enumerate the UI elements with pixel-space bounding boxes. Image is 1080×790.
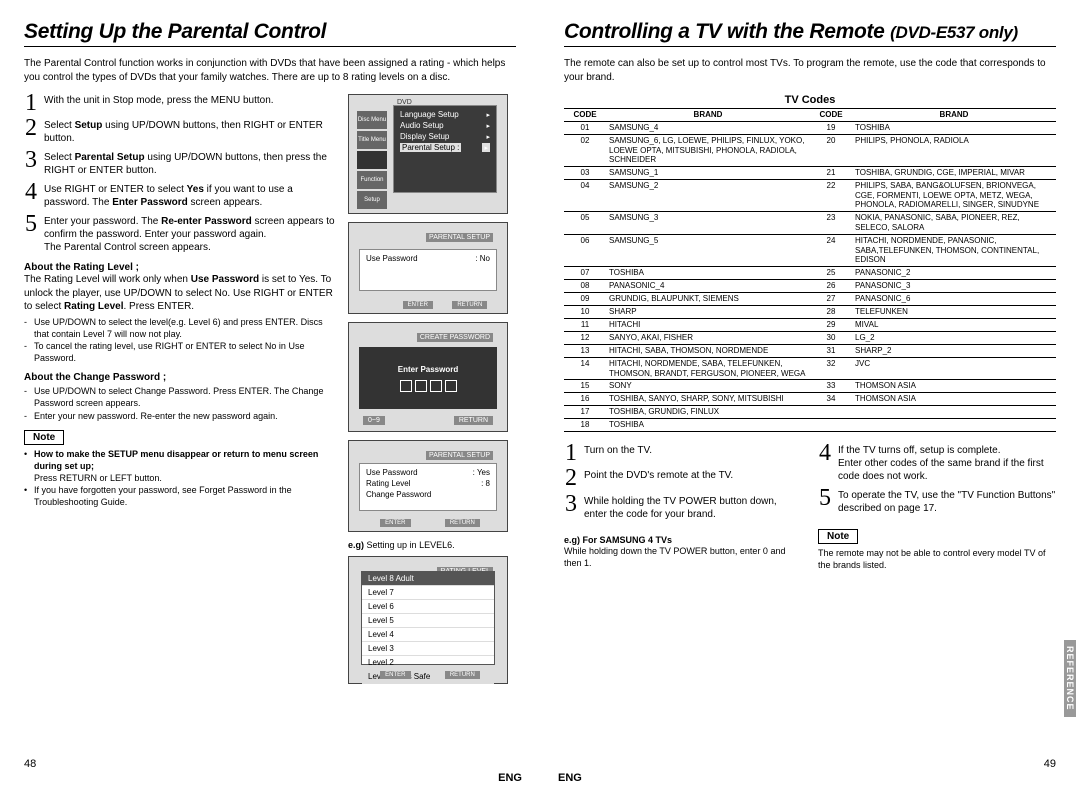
left-page: Setting Up the Parental Control The Pare… — [0, 0, 540, 790]
right-steps-left: 1Turn on the TV. 2Point the DVD's remote… — [564, 444, 802, 571]
step-5: Enter your password. The Re-enter Passwo… — [44, 215, 336, 254]
note-body-right: The remote may not be able to control ev… — [818, 547, 1056, 571]
screenshot-parental-setup-no: PARENTAL SETUP Use Password: No ENTERRET… — [348, 222, 508, 314]
left-screenshot-column: Disc Menu Title Menu Function Setup Lang… — [348, 94, 508, 692]
pagenum-49: 49 — [1044, 758, 1056, 770]
about-pw-bullets: -Use UP/DOWN to select Change Password. … — [24, 385, 336, 421]
pagenum-48: 48 — [24, 758, 36, 770]
left-intro: The Parental Control function works in c… — [24, 57, 516, 84]
step-4: Use RIGHT or ENTER to select Yes if you … — [44, 183, 336, 209]
screenshot-setup-menu: Disc Menu Title Menu Function Setup Lang… — [348, 94, 508, 214]
screenshot-rating-level: RATING LEVEL Level 8 Adult Level 7 Level… — [348, 556, 508, 684]
reference-tab: REFERENCE — [1064, 640, 1076, 717]
about-pw-h: About the Change Password ; — [24, 372, 336, 383]
eg-level6: e.g) Setting up in LEVEL6. — [348, 540, 508, 550]
right-page: Controlling a TV with the Remote (DVD-E5… — [540, 0, 1080, 790]
right-steps-right: 4If the TV turns off, setup is complete.… — [818, 444, 1056, 571]
step-3: Select Parental Setup using UP/DOWN butt… — [44, 151, 336, 177]
tv-codes-table: CODEBRAND CODEBRAND 01SAMSUNG_419TOSHIBA… — [564, 108, 1056, 432]
right-intro: The remote can also be set up to control… — [564, 57, 1056, 84]
note-label-right: Note — [818, 529, 858, 544]
eng-right: ENG — [558, 772, 582, 784]
step-1: With the unit in Stop mode, press the ME… — [44, 94, 336, 107]
left-text-column: 1With the unit in Stop mode, press the M… — [24, 94, 336, 508]
rule — [24, 46, 516, 47]
screenshot-create-password: CREATE PASSWORD Enter Password 0~9 RETUR… — [348, 322, 508, 432]
rule — [564, 46, 1056, 47]
tvcodes-title: TV Codes — [564, 94, 1056, 106]
note-label-left: Note — [24, 430, 64, 445]
left-title: Setting Up the Parental Control — [24, 20, 516, 44]
about-rating-h: About the Rating Level ; — [24, 262, 336, 273]
right-title: Controlling a TV with the Remote (DVD-E5… — [564, 20, 1056, 44]
eng-left: ENG — [498, 772, 522, 784]
about-rating-b: The Rating Level will work only when Use… — [24, 273, 336, 314]
note-body-left: •How to make the SETUP menu disappear or… — [24, 448, 336, 509]
step-2: Select Setup using UP/DOWN buttons, then… — [44, 119, 336, 145]
about-rating-bullets: -Use UP/DOWN to select the level(e.g. Le… — [24, 316, 336, 365]
screenshot-parental-setup-yes: PARENTAL SETUP Use Password: Yes Rating … — [348, 440, 508, 532]
